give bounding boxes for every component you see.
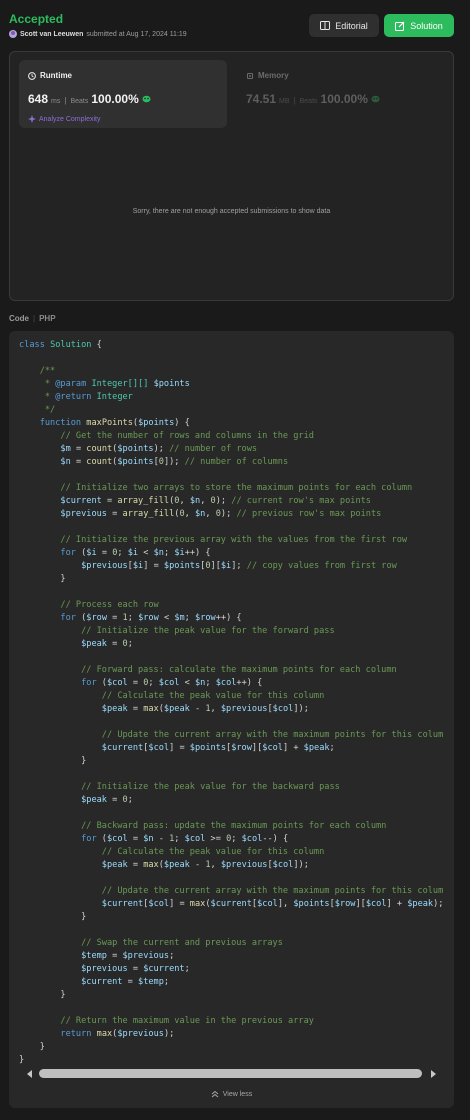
performance-panel: Runtime 648 ms | Beats 100.00% Analyze C…: [9, 51, 454, 301]
horizontal-scrollbar[interactable]: [19, 1065, 444, 1083]
submission-status: Accepted: [9, 12, 64, 26]
runtime-unit: ms: [51, 98, 61, 105]
code-block: class Solution { /** * @param Integer[][…: [19, 340, 444, 1065]
submitted-time: submitted at Aug 17, 2024 11:19: [86, 30, 187, 38]
memory-separator: |: [293, 96, 296, 105]
runtime-metric: 648 ms | Beats 100.00%: [28, 92, 151, 106]
runtime-value: 648: [28, 92, 49, 106]
chip-icon: [247, 72, 253, 79]
submitter-name[interactable]: Scott van Leeuwen: [20, 31, 83, 38]
memory-beats-label: Beats: [299, 98, 318, 105]
memory-beats-pct: 100.00%: [320, 92, 368, 106]
editorial-button[interactable]: Editorial: [309, 14, 379, 37]
empty-distribution-message: Sorry, there are not enough accepted sub…: [132, 208, 331, 215]
analyze-label: Analyze Complexity: [39, 115, 101, 123]
editorial-label: Editorial: [335, 20, 368, 31]
memory-card[interactable]: Memory 74.51 MB | Beats 100.00%: [237, 60, 445, 128]
book-icon: [320, 21, 331, 30]
code-scroll-area[interactable]: class Solution { /** * @param Integer[][…: [19, 339, 444, 1065]
arrow-left-icon[interactable]: [27, 1070, 32, 1078]
memory-label: Memory: [258, 71, 289, 80]
memory-unit: MB: [279, 98, 290, 105]
chevrons-up-icon: [211, 1090, 219, 1098]
analyze-complexity-link[interactable]: Analyze Complexity: [28, 115, 100, 123]
solution-label: Solution: [410, 20, 443, 31]
clock-icon: [28, 71, 36, 80]
arrow-right-icon[interactable]: [431, 1070, 436, 1078]
scrollbar-thumb[interactable]: [39, 1069, 422, 1078]
solution-button[interactable]: Solution: [384, 14, 454, 37]
view-less-label: View less: [222, 1090, 253, 1098]
runtime-separator: |: [64, 96, 67, 105]
memory-metric: 74.51 MB | Beats 100.00%: [246, 92, 380, 106]
runtime-label-row: Runtime: [28, 71, 72, 80]
submission-header: Accepted Scott van Leeuwen submitted at …: [0, 0, 470, 46]
memory-label-row: Memory: [246, 71, 289, 80]
runtime-card[interactable]: Runtime 648 ms | Beats 100.00% Analyze C…: [19, 60, 227, 128]
runtime-beats-label: Beats: [70, 98, 89, 105]
avatar[interactable]: [9, 30, 17, 38]
view-less-button[interactable]: View less: [9, 1090, 454, 1098]
edit-icon: [395, 21, 405, 31]
language-label: PHP: [39, 314, 56, 323]
runtime-label: Runtime: [40, 71, 72, 80]
runtime-beats-pct: 100.00%: [91, 92, 139, 106]
code-label: Code: [9, 314, 29, 323]
memory-value: 74.51: [246, 92, 277, 106]
code-separator: |: [33, 314, 36, 323]
code-viewer: class Solution { /** * @param Integer[][…: [9, 331, 454, 1108]
leaf-icon: [371, 95, 380, 103]
submitter-line: Scott van Leeuwen submitted at Aug 17, 2…: [9, 30, 187, 38]
leaf-icon: [142, 95, 151, 103]
sparkle-icon: [28, 115, 36, 123]
code-header: Code | PHP: [9, 314, 56, 323]
